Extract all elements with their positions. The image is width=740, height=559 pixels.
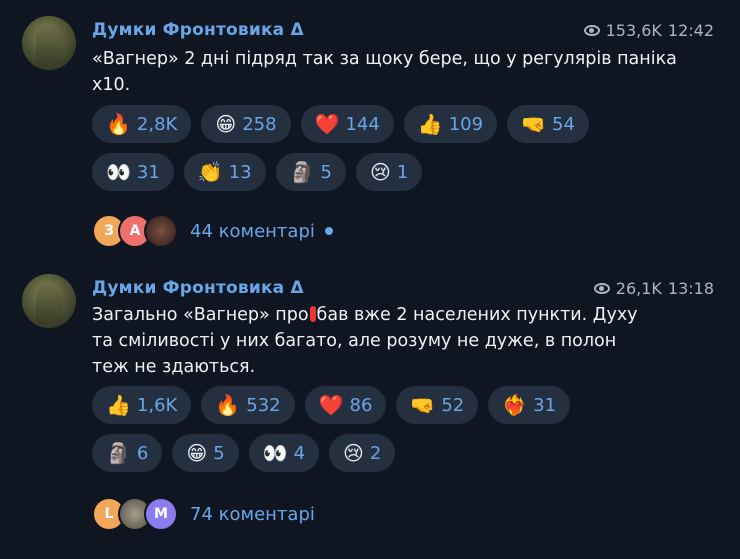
- grin-icon: 😁: [186, 441, 208, 465]
- reaction-row-1: 🔥 2,8K 😁 258 ❤️ 144 👍 109 🤜 54: [92, 105, 712, 143]
- reaction-fire[interactable]: 🔥 532: [201, 386, 295, 424]
- reaction-count: 5: [213, 442, 225, 464]
- eyes-icon: 👀: [262, 441, 288, 465]
- channel-avatar[interactable]: [22, 274, 76, 328]
- views-icon: [593, 283, 610, 294]
- views-count: 26,1K: [615, 279, 662, 298]
- heart-fire-icon: ❤️‍🔥: [502, 393, 528, 417]
- fire-icon: 🔥: [215, 393, 241, 417]
- views-icon: [583, 25, 600, 36]
- reaction-count: 109: [448, 113, 484, 135]
- fist-icon: 🤜: [410, 393, 436, 417]
- reaction-count: 31: [136, 161, 160, 183]
- heart-icon: ❤️: [318, 393, 344, 417]
- reaction-row-2: 👀 31 👏 13 🗿 5 😢 1: [92, 153, 712, 191]
- post-time: 13:18: [667, 279, 714, 298]
- reaction-count: 2,8K: [136, 113, 178, 135]
- reaction-row-1: 👍 1,6K 🔥 532 ❤️ 86 🤜 52 ❤️‍🔥 31: [92, 386, 712, 424]
- channel-name[interactable]: Думки Фронтовика Δ: [92, 20, 304, 40]
- reaction-count: 31: [533, 394, 557, 416]
- views-count: 153,6K: [605, 21, 662, 40]
- cry-icon: 😢: [343, 441, 364, 465]
- eyes-icon: 👀: [106, 160, 131, 184]
- pin-icon: [309, 306, 316, 322]
- reaction-clap[interactable]: 👏 13: [183, 153, 266, 191]
- reaction-eyes[interactable]: 👀 31: [92, 153, 174, 191]
- post-meta: 26,1K 13:18: [593, 279, 714, 298]
- reaction-count: 6: [136, 442, 149, 464]
- reaction-heart[interactable]: ❤️ 86: [304, 386, 387, 424]
- moai-icon: 🗿: [289, 160, 315, 184]
- thumbs-up-icon: 👍: [417, 112, 443, 136]
- reaction-eyes[interactable]: 👀 4: [248, 434, 320, 472]
- reaction-count: 532: [246, 394, 281, 416]
- unread-dot: [324, 227, 333, 235]
- reaction-grin[interactable]: 😁 5: [172, 434, 239, 472]
- reaction-thumbs-up[interactable]: 👍 1,6K: [92, 386, 192, 424]
- comments-count[interactable]: 74 коментарі: [190, 504, 315, 525]
- reaction-count: 54: [552, 113, 575, 135]
- fire-icon: 🔥: [106, 112, 131, 136]
- reactions: 🔥 2,8K 😁 258 ❤️ 144 👍 109 🤜 54 👀 31 👏 13 🗿 5 😢 1: [92, 105, 712, 201]
- commenter-avatar: [144, 214, 178, 248]
- reaction-count: 144: [345, 113, 380, 135]
- reaction-cry[interactable]: 😢 1: [355, 153, 423, 191]
- comments-link[interactable]: L M 74 коментарі: [92, 497, 315, 531]
- comments-count[interactable]: 44 коментарі: [190, 221, 315, 242]
- reaction-row-2: 🗿 6 😁 5 👀 4 😢 2: [92, 434, 712, 472]
- thumbs-up-icon: 👍: [106, 393, 131, 417]
- reaction-count: 13: [228, 161, 252, 183]
- post-time: 12:42: [667, 21, 714, 40]
- reaction-fist[interactable]: 🤜 52: [396, 386, 479, 424]
- reaction-count: 1: [396, 161, 409, 183]
- reaction-count: 258: [242, 113, 277, 135]
- reaction-grin[interactable]: 😁 258: [201, 105, 291, 143]
- comments-link[interactable]: З А 44 коментарі: [92, 214, 333, 248]
- cry-icon: 😢: [369, 160, 391, 184]
- reaction-moai[interactable]: 🗿 6: [92, 434, 163, 472]
- reaction-count: 4: [293, 442, 306, 464]
- heart-icon: ❤️: [314, 112, 340, 136]
- reaction-count: 5: [320, 161, 332, 183]
- reaction-heart-fire[interactable]: ❤️‍🔥 31: [488, 386, 571, 424]
- post-text: «Вагнер» 2 дні підряд так за щоку бере, …: [92, 49, 677, 95]
- clap-icon: 👏: [197, 160, 223, 184]
- post-meta: 153,6K 12:42: [583, 21, 714, 40]
- reaction-heart[interactable]: ❤️ 144: [300, 105, 394, 143]
- reaction-cry[interactable]: 😢 2: [329, 434, 396, 472]
- channel-avatar[interactable]: [22, 16, 76, 70]
- reaction-fire[interactable]: 🔥 2,8K: [92, 105, 192, 143]
- commenter-avatar: M: [144, 497, 178, 531]
- reaction-thumbs-up[interactable]: 👍 109: [403, 105, 498, 143]
- grin-icon: 😁: [215, 112, 237, 136]
- channel-name[interactable]: Думки Фронтовика Δ: [92, 278, 304, 298]
- reaction-moai[interactable]: 🗿 5: [275, 153, 346, 191]
- moai-icon: 🗿: [106, 441, 131, 465]
- reaction-count: 52: [441, 394, 465, 416]
- reactions: 👍 1,6K 🔥 532 ❤️ 86 🤜 52 ❤️‍🔥 31 🗿 6 😁 5 👀 4 😢 2: [92, 386, 712, 482]
- reaction-fist[interactable]: 🤜 54: [507, 105, 589, 143]
- reaction-count: 1,6K: [136, 394, 178, 416]
- post-text-start: Загально «Вагнер» про: [92, 305, 309, 325]
- reaction-count: 2: [369, 442, 382, 464]
- post-text: Загально «Вагнер» про бав вже 2 населених…: [92, 302, 652, 380]
- reaction-count: 86: [349, 394, 373, 416]
- fist-icon: 🤜: [521, 112, 546, 136]
